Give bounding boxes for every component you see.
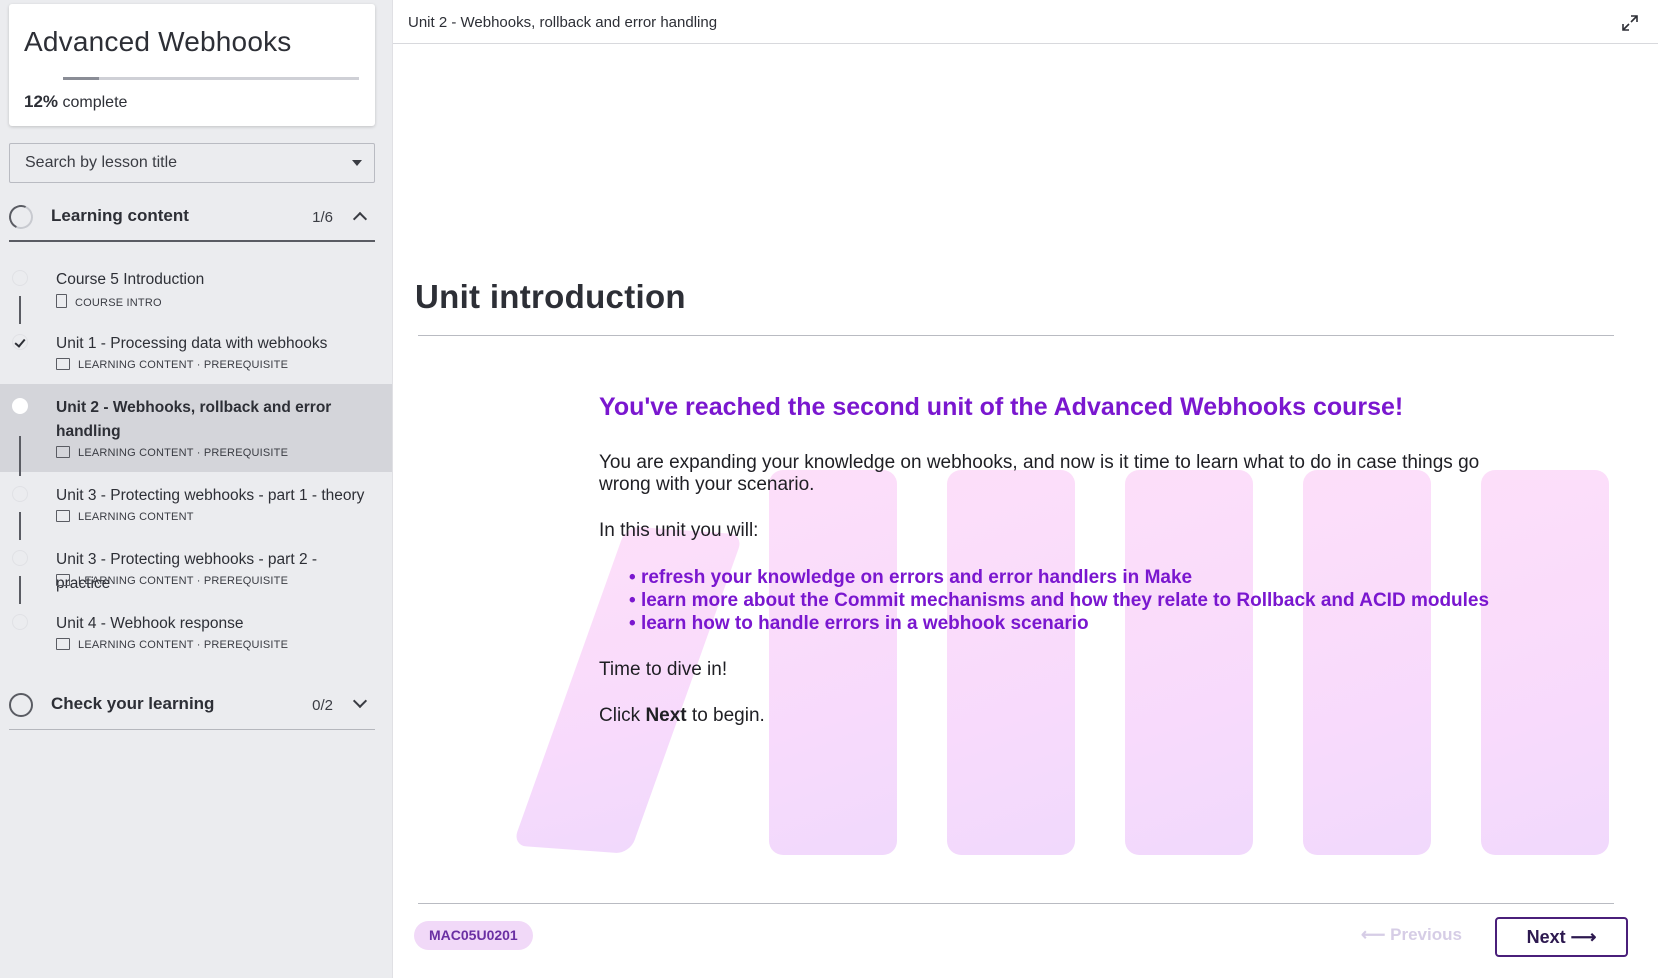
expand-icon[interactable] — [1621, 14, 1639, 32]
slides-icon — [56, 446, 70, 458]
checkmark-icon — [12, 334, 28, 350]
slides-icon — [56, 510, 70, 522]
lesson-item[interactable]: Unit 3 - Protecting webhooks - part 1 - … — [0, 472, 392, 540]
intro-paragraph: You are expanding your knowledge on webh… — [599, 452, 1480, 495]
lesson-code-badge: MAC05U0201 — [414, 921, 533, 950]
section-label: Learning content — [51, 206, 189, 225]
progress-text: 12% complete — [24, 92, 127, 112]
lesson-meta: LEARNING CONTENT — [56, 510, 194, 523]
lesson-meta-text: COURSE INTRO — [75, 297, 162, 309]
lesson-title: Unit 3 - Protecting webhooks - part 1 - … — [56, 487, 365, 504]
sidebar: Advanced Webhooks 12% complete Search by… — [0, 0, 392, 978]
list-item: learn how to handle errors in a webhook … — [629, 612, 1499, 635]
objectives-list: refresh your knowledge on errors and err… — [629, 566, 1499, 635]
progress-fill — [63, 77, 99, 80]
lesson-meta: LEARNING CONTENT · PREREQUISITE — [56, 574, 288, 587]
lesson-item[interactable]: Unit 1 - Processing data with webhooks L… — [0, 320, 392, 384]
lesson-meta: COURSE INTRO — [56, 294, 162, 309]
main-content: Unit 2 - Webhooks, rollback and error ha… — [392, 0, 1658, 978]
lesson-meta-text: LEARNING CONTENT · PREREQUISITE — [78, 359, 289, 371]
lesson-title: Unit 1 - Processing data with webhooks — [56, 335, 328, 352]
lesson-search-dropdown[interactable]: Search by lesson title — [9, 143, 375, 183]
chevron-down-icon[interactable] — [352, 693, 368, 709]
section-count: 0/2 — [312, 697, 333, 714]
lesson-title: Course 5 Introduction — [56, 271, 205, 288]
divider — [418, 903, 1614, 904]
progress-ring-icon — [5, 201, 37, 233]
lesson-meta-text: LEARNING CONTENT · PREREQUISITE — [78, 447, 289, 459]
text-fragment: Click — [599, 705, 646, 726]
list-item: learn more about the Commit mechanisms a… — [629, 589, 1499, 612]
section-check-your-learning[interactable]: Check your learning 0/2 — [9, 678, 375, 730]
decorative-shape — [1481, 470, 1609, 855]
connector-line — [19, 436, 21, 476]
section-learning-content[interactable]: Learning content 1/6 — [5, 190, 375, 242]
progress-bar — [63, 77, 359, 80]
document-icon — [56, 294, 67, 308]
click-next-instruction: Click Next to begin. — [599, 705, 1499, 727]
next-button[interactable]: Next ⟶ — [1495, 917, 1628, 957]
list-item: refresh your knowledge on errors and err… — [629, 566, 1499, 589]
previous-button[interactable]: ⟵ Previous — [1361, 925, 1462, 945]
arrow-right-icon: ⟶ — [1565, 927, 1597, 947]
slides-icon — [56, 574, 70, 586]
lesson-meta: LEARNING CONTENT · PREREQUISITE — [56, 446, 288, 459]
lesson-item[interactable]: Unit 3 - Protecting webhooks - part 2 - … — [0, 536, 392, 604]
topbar: Unit 2 - Webhooks, rollback and error ha… — [393, 0, 1658, 44]
progress-percent: 12% — [24, 92, 59, 111]
next-label: Next — [1526, 927, 1566, 947]
lesson-meta: LEARNING CONTENT · PREREQUISITE — [56, 638, 288, 651]
status-dot-icon — [12, 270, 28, 286]
search-placeholder: Search by lesson title — [25, 154, 178, 171]
text-fragment-bold: Next — [645, 705, 687, 726]
slides-icon — [56, 358, 70, 370]
topbar-title: Unit 2 - Webhooks, rollback and error ha… — [408, 14, 718, 31]
status-dot-icon — [12, 614, 28, 630]
unit-intro-content: You've reached the second unit of the Ad… — [599, 392, 1499, 751]
slides-icon — [56, 638, 70, 650]
section-count: 1/6 — [312, 209, 333, 226]
lesson-meta-text: LEARNING CONTENT · PREREQUISITE — [78, 639, 289, 651]
lesson-meta-text: LEARNING CONTENT · PREREQUISITE — [78, 575, 289, 587]
lesson-item[interactable]: Unit 4 - Webhook response LEARNING CONTE… — [0, 600, 392, 664]
caret-down-icon — [352, 160, 362, 166]
arrow-left-icon: ⟵ — [1361, 925, 1391, 944]
status-dot-icon — [12, 486, 28, 502]
chevron-up-icon[interactable] — [352, 211, 368, 227]
intro-paragraph: Time to dive in! — [599, 659, 728, 680]
lesson-meta: LEARNING CONTENT · PREREQUISITE — [56, 358, 288, 371]
text-fragment: to begin. — [686, 705, 765, 726]
previous-label: Previous — [1390, 925, 1462, 944]
progress-ring-icon — [9, 693, 33, 717]
unit-heading: Unit introduction — [415, 278, 686, 315]
lesson-item-current[interactable]: Unit 2 - Webhooks, rollback and error ha… — [0, 384, 392, 476]
lesson-title: Unit 3 - Protecting webhooks - part 2 - … — [56, 551, 318, 592]
intro-heading: You've reached the second unit of the Ad… — [599, 393, 1404, 421]
lesson-title: Unit 4 - Webhook response — [56, 615, 244, 632]
status-dot-icon — [12, 550, 28, 566]
divider — [418, 335, 1614, 336]
section-label: Check your learning — [51, 694, 215, 713]
lesson-meta-text: LEARNING CONTENT — [78, 511, 194, 523]
lesson-title: Unit 2 - Webhooks, rollback and error ha… — [56, 399, 332, 440]
progress-suffix: complete — [62, 94, 128, 111]
course-card: Advanced Webhooks 12% complete — [9, 4, 375, 126]
intro-paragraph: In this unit you will: — [599, 520, 759, 541]
lesson-list: Course 5 Introduction COURSE INTRO Unit … — [0, 256, 392, 664]
lesson-item[interactable]: Course 5 Introduction COURSE INTRO — [0, 256, 392, 324]
status-dot-icon — [12, 398, 28, 414]
course-title: Advanced Webhooks — [24, 26, 292, 57]
